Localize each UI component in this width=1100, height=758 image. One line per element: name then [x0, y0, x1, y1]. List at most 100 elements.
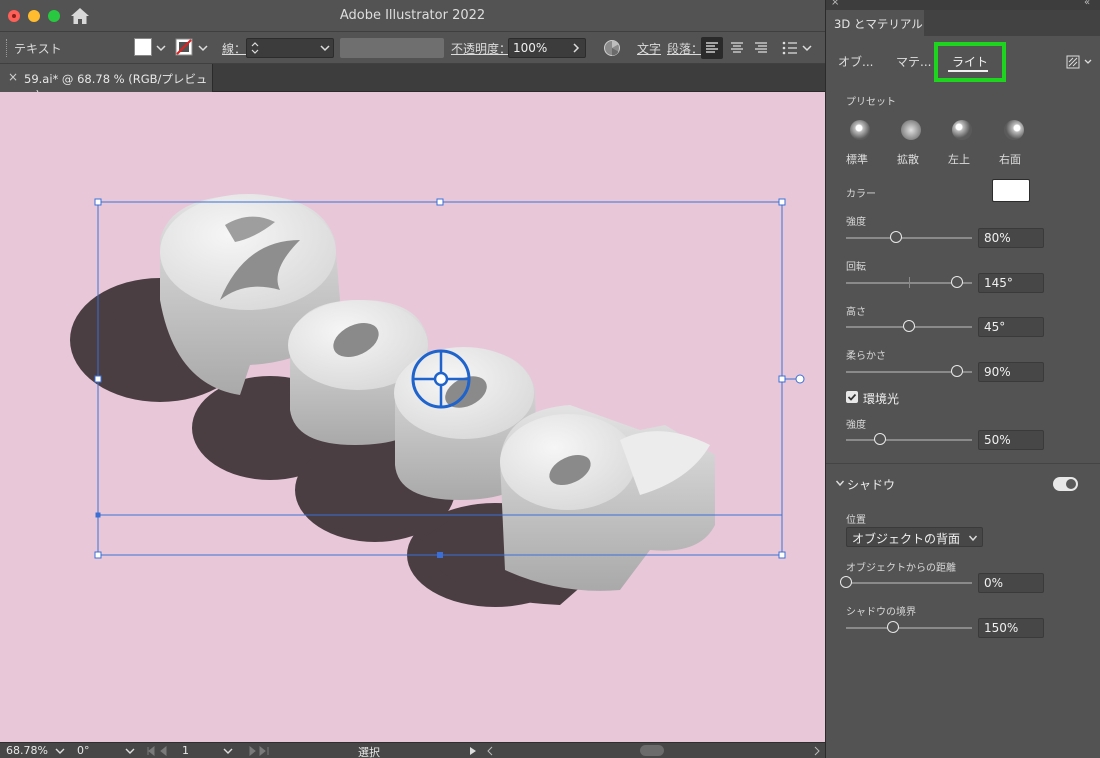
preset-standard-icon[interactable]	[850, 120, 870, 140]
distance-slider-knob[interactable]	[840, 576, 852, 588]
chevron-down-icon[interactable]	[54, 745, 66, 757]
tab-light[interactable]: ライト	[952, 53, 988, 70]
document-tab[interactable]: × 59.ai* @ 68.78 % (RGB/プレビュー)	[0, 64, 213, 102]
preset-right-label: 右面	[999, 153, 1021, 166]
height-slider-knob[interactable]	[903, 320, 915, 332]
panel-tab-bar: 3D とマテリアル	[826, 10, 1100, 36]
bullet-list-icon[interactable]	[780, 38, 800, 58]
ambient-intensity-label: 強度	[846, 420, 866, 431]
current-tool-label: 選択	[358, 746, 380, 758]
tab-object[interactable]: オブ...	[838, 53, 873, 70]
paragraph-label[interactable]: 段落：	[667, 40, 703, 57]
color-label: カラー	[846, 189, 876, 200]
chevron-down-icon[interactable]	[196, 41, 210, 55]
shadow-bounds-label: シャドウの境界	[846, 607, 916, 618]
rotation-value-field[interactable]: 145°	[978, 273, 1044, 293]
tool-label: テキスト	[14, 42, 62, 56]
grip-handle[interactable]	[6, 39, 8, 57]
chevron-down-icon[interactable]	[835, 478, 845, 488]
scroll-left-icon[interactable]	[486, 746, 494, 756]
close-panel-icon[interactable]: ×	[831, 0, 839, 8]
shadow-bounds-slider-track[interactable]	[846, 627, 972, 629]
preset-upper-left-label: 左上	[948, 153, 970, 166]
collapse-panel-icon[interactable]: «	[1084, 0, 1090, 8]
rotation-slider-knob[interactable]	[950, 276, 963, 288]
intensity-slider-track[interactable]	[846, 237, 972, 239]
distance-slider-track[interactable]	[846, 582, 972, 584]
stroke-label[interactable]: 線：	[222, 40, 246, 57]
intensity-slider-knob[interactable]	[890, 231, 903, 243]
height-value-field[interactable]: 45°	[978, 317, 1044, 337]
artboard-canvas[interactable]	[0, 92, 825, 742]
play-icon[interactable]	[469, 746, 477, 756]
height-label: 高さ	[846, 307, 866, 318]
horizontal-scrollbar-thumb[interactable]	[640, 745, 664, 756]
chevron-down-icon[interactable]	[318, 41, 332, 55]
position-label: 位置	[846, 515, 866, 526]
artboard-field[interactable]: 1	[182, 744, 189, 757]
opacity-label[interactable]: 不透明度：	[451, 40, 511, 57]
ambient-checkbox[interactable]	[846, 391, 858, 403]
shadow-position-value: オブジェクトの背面	[852, 532, 961, 546]
chevron-down-icon[interactable]	[154, 41, 168, 55]
presets-label: プリセット	[846, 97, 896, 108]
chevron-down-icon[interactable]	[124, 745, 136, 757]
title-bar: Adobe Illustrator 2022	[0, 0, 825, 32]
rotation-label: 回転	[846, 262, 866, 273]
first-prev-artboard-icons[interactable]	[146, 746, 174, 756]
preset-diffuse-icon[interactable]	[901, 120, 921, 140]
align-left-icon	[706, 42, 718, 53]
shadow-bounds-value-field[interactable]: 150%	[978, 618, 1044, 638]
chevron-right-icon[interactable]	[571, 42, 581, 54]
app-title: Adobe Illustrator 2022	[339, 8, 486, 23]
control-bar: テキスト 線： 不透明度： 100% 文字 段落：	[0, 32, 825, 64]
recolor-artwork-icon[interactable]	[603, 39, 621, 57]
shadow-toggle[interactable]	[1053, 477, 1078, 491]
artwork	[70, 194, 805, 607]
light-position-widget[interactable]	[411, 349, 471, 409]
status-bar: 68.78% 0° 1 選択	[0, 742, 825, 758]
distance-value-field[interactable]: 0%	[978, 573, 1044, 593]
softness-label: 柔らかさ	[846, 351, 886, 362]
variable-width-profile[interactable]	[340, 38, 444, 58]
stroke-none-swatch[interactable]	[175, 38, 193, 56]
align-left-button[interactable]	[701, 37, 723, 59]
character-label[interactable]: 文字	[637, 40, 661, 57]
align-right-icon[interactable]	[750, 37, 772, 59]
ambient-intensity-slider-knob[interactable]	[874, 433, 887, 445]
zoom-field[interactable]: 68.78%	[6, 744, 48, 757]
tab-materials[interactable]: マテ...	[896, 53, 931, 70]
distance-label: オブジェクトからの距離	[846, 563, 956, 574]
letter-d-3d	[500, 405, 715, 591]
preset-upper-left-icon[interactable]	[952, 120, 972, 140]
align-center-icon[interactable]	[726, 37, 748, 59]
fill-swatch[interactable]	[134, 38, 152, 56]
ambient-intensity-slider-track[interactable]	[846, 439, 972, 441]
ambient-intensity-value-field[interactable]: 50%	[978, 430, 1044, 450]
stepper-icon[interactable]	[250, 41, 260, 55]
preset-right-icon[interactable]	[1004, 120, 1024, 140]
3d-materials-panel: × « 3D とマテリアル オブ... マテ... ライト プリセット 標準 拡…	[825, 0, 1100, 758]
close-tab-icon[interactable]: ×	[8, 70, 18, 84]
shadow-bounds-slider-knob[interactable]	[886, 621, 899, 633]
rotation-field[interactable]: 0°	[77, 744, 90, 757]
render-settings-icon[interactable]	[1066, 55, 1096, 69]
panel-header-strip: × «	[826, 0, 1100, 10]
softness-slider-knob[interactable]	[950, 365, 963, 377]
softness-value-field[interactable]: 90%	[978, 362, 1044, 382]
chevron-down-icon[interactable]	[800, 41, 814, 55]
scroll-right-icon[interactable]	[813, 746, 821, 756]
ambient-label: 環境光	[863, 392, 900, 406]
chevron-down-icon[interactable]	[222, 745, 234, 757]
preset-standard-label: 標準	[846, 153, 868, 166]
preset-diffuse-label: 拡散	[897, 153, 919, 166]
illustrator-window: Adobe Illustrator 2022 テキスト 線： 不透明度： 100…	[0, 0, 1100, 758]
shadow-section-title[interactable]: シャドウ	[847, 476, 895, 493]
panel-title-tab[interactable]: 3D とマテリアル	[826, 10, 924, 36]
intensity-value-field[interactable]: 80%	[978, 228, 1044, 248]
next-last-artboard-icons[interactable]	[242, 746, 270, 756]
rotation-center-tick	[909, 277, 910, 288]
shadow-position-dropdown[interactable]: オブジェクトの背面	[846, 527, 983, 547]
light-color-swatch[interactable]	[992, 179, 1030, 202]
intensity-label: 強度	[846, 217, 866, 228]
